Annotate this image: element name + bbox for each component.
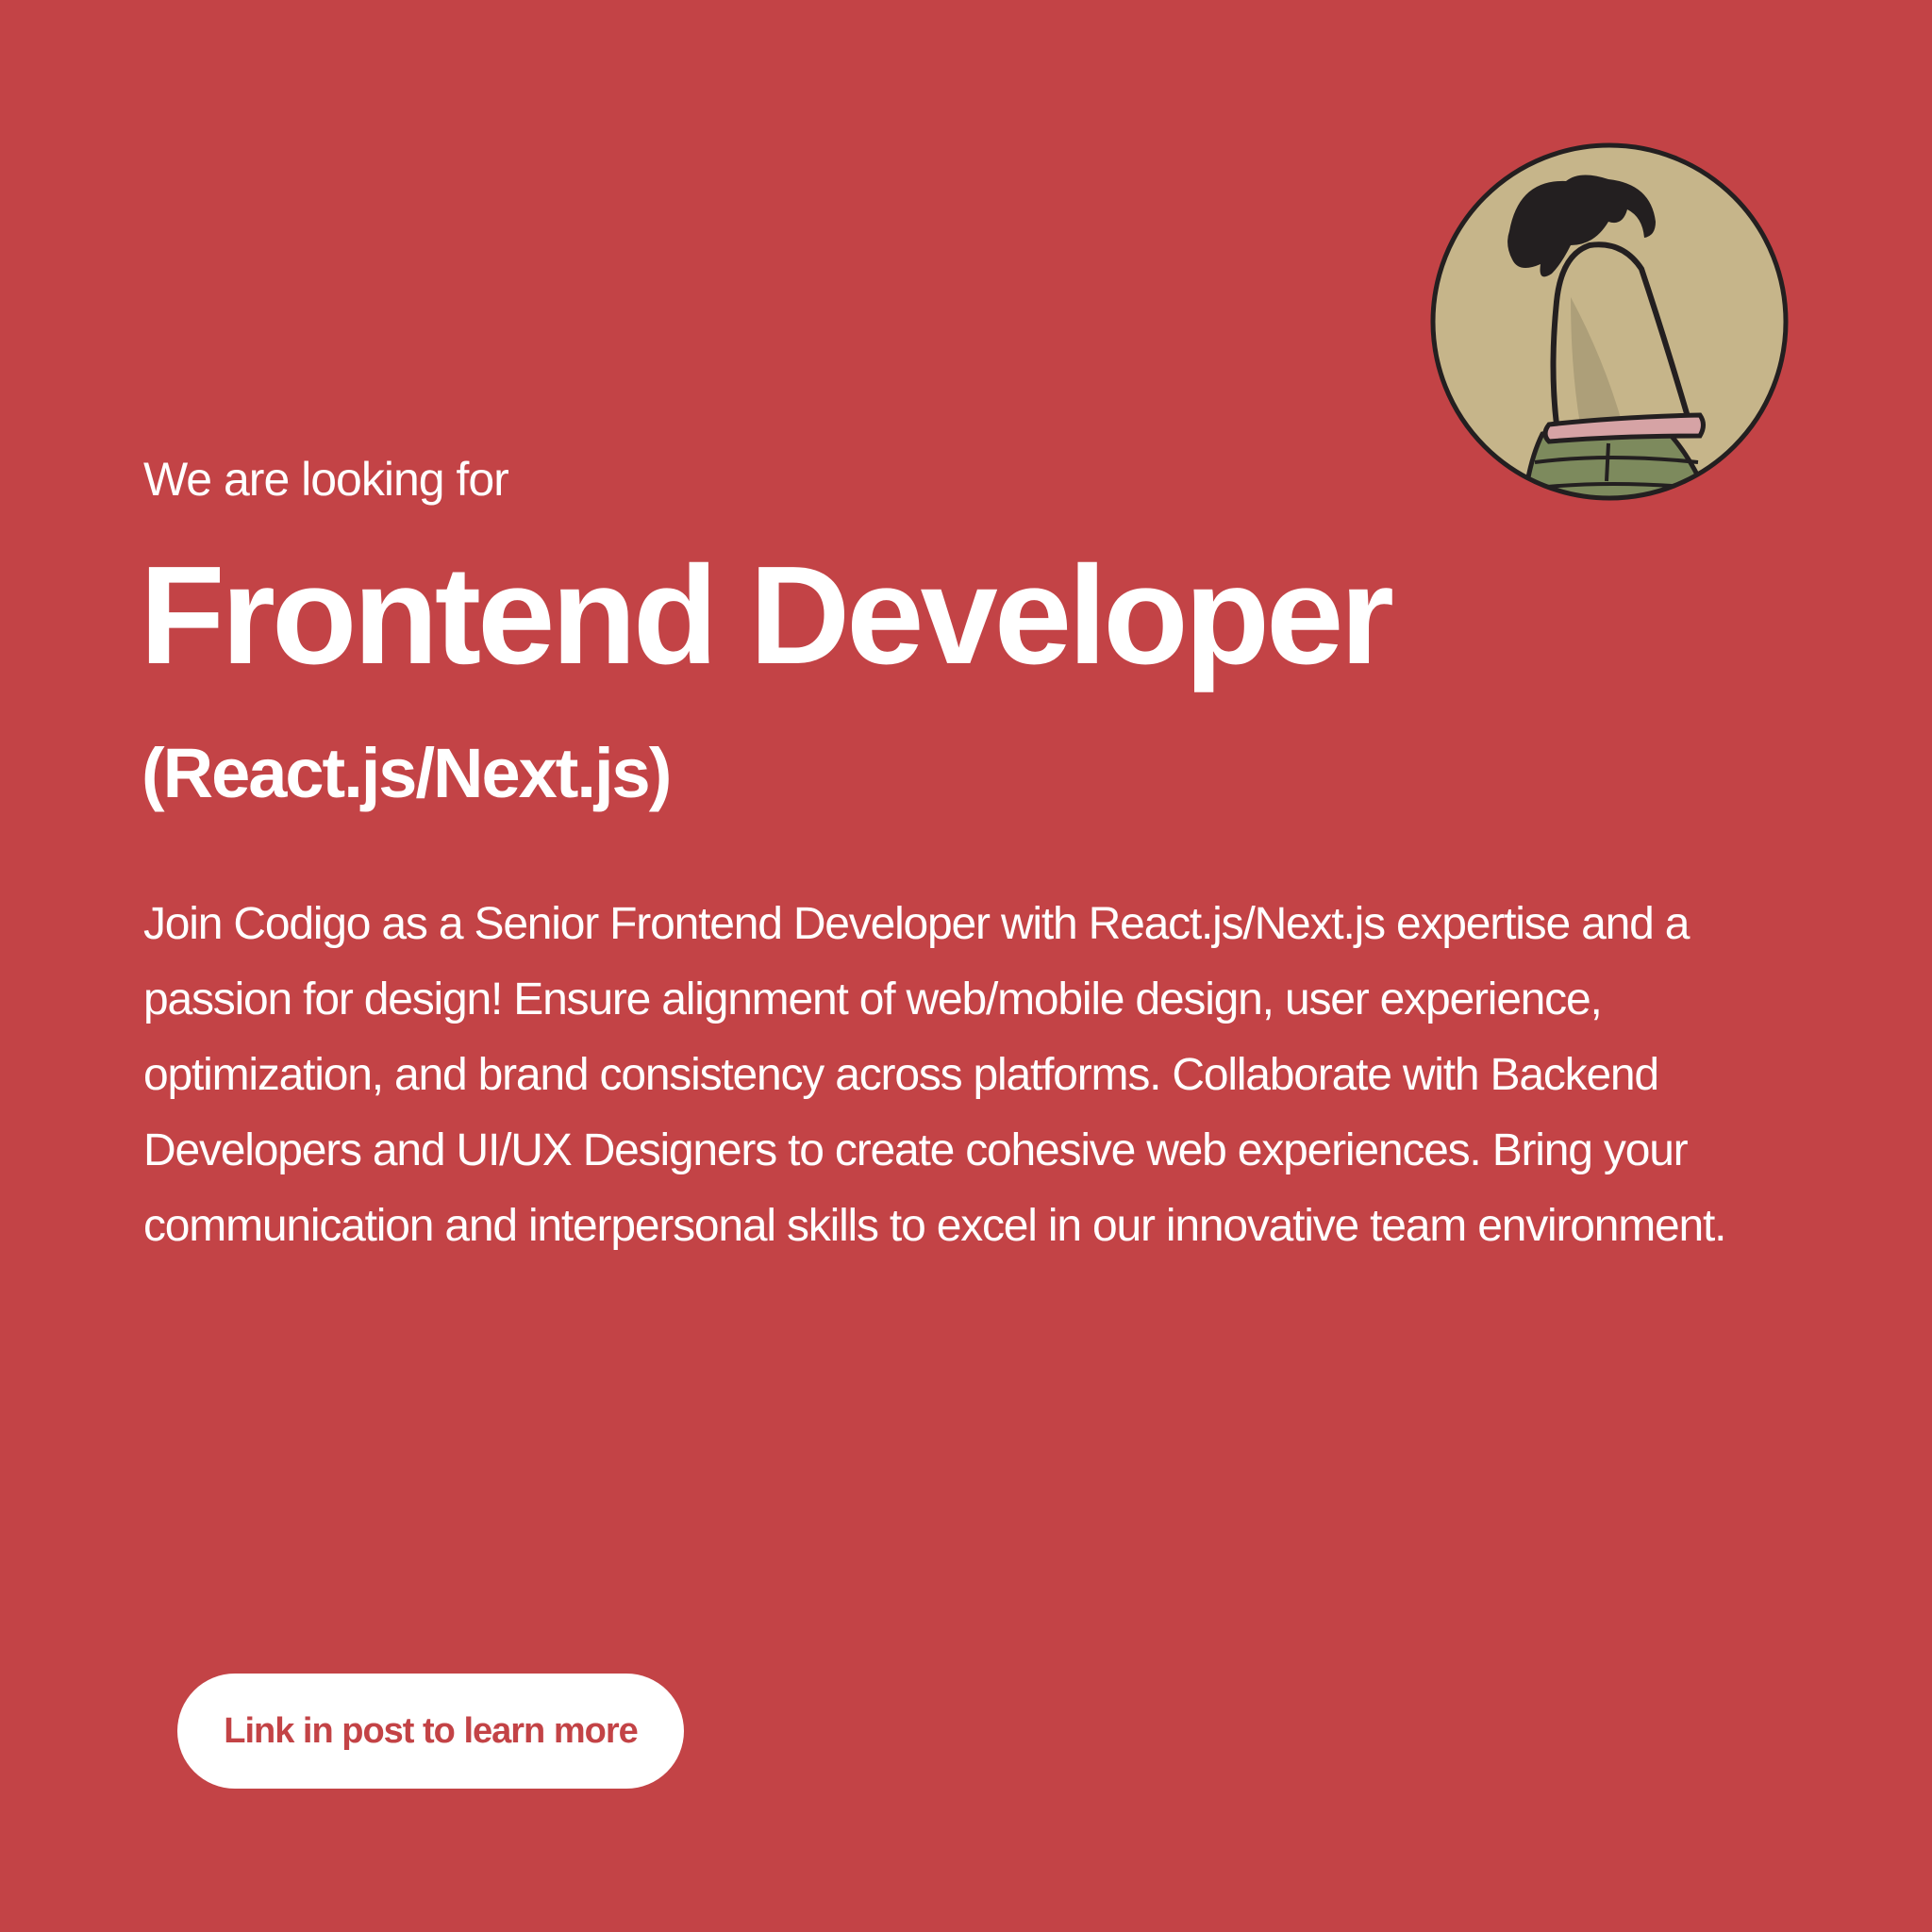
job-subtitle: (React.js/Next.js) <box>142 734 672 812</box>
learn-more-button[interactable]: Link in post to learn more <box>177 1674 684 1789</box>
eyebrow-text: We are looking for <box>143 453 509 506</box>
avatar <box>1429 142 1790 502</box>
job-description: Join Codigo as a Senior Frontend Develop… <box>143 899 1726 1251</box>
job-title: Frontend Developer <box>140 538 1394 693</box>
cartoon-character-avatar-icon <box>1430 142 1789 501</box>
